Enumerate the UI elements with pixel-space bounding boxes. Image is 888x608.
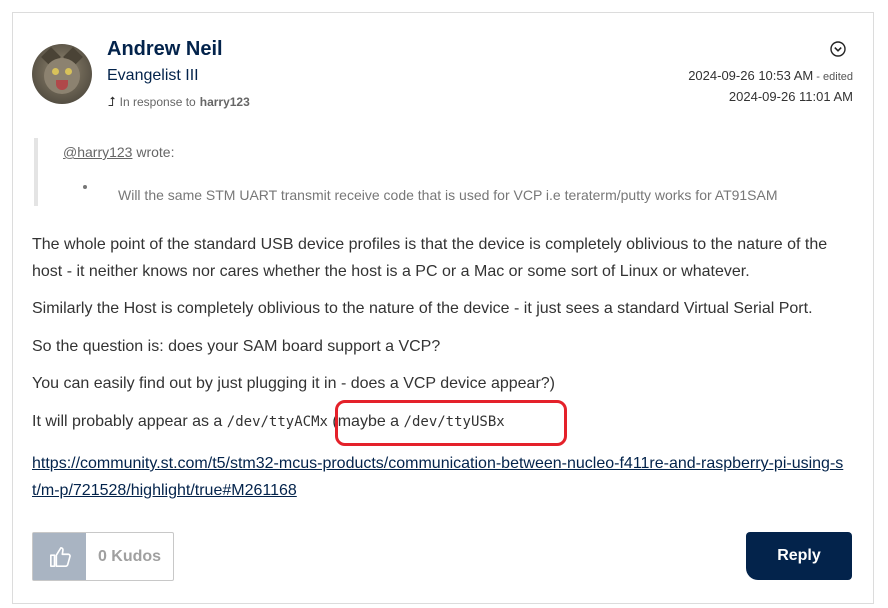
reply-arrow-icon: ⮥: [108, 94, 116, 109]
in-response-label: In response to: [119, 95, 196, 109]
reply-button[interactable]: Reply: [746, 532, 852, 580]
quote-header: @harry123 wrote:: [63, 144, 174, 160]
author-rank: Evangelist III: [107, 67, 199, 84]
author-name[interactable]: Andrew Neil: [107, 38, 223, 61]
quote-wrote-label: wrote:: [132, 144, 175, 160]
post-date: 2024-09-26 10:53 AM - edited: [688, 68, 853, 83]
body-paragraph-4: You can easily find out by just plugging…: [32, 375, 555, 392]
in-response-user-link[interactable]: harry123: [200, 95, 250, 109]
kudos-widget[interactable]: 0 Kudos: [32, 532, 174, 581]
code-tty-acm: /dev/ttyACMx: [226, 414, 328, 430]
in-response-to: ⮥ In response to harry123: [108, 94, 250, 110]
blockquote: @harry123 wrote: Will the same STM UART …: [34, 138, 838, 206]
edited-label: - edited: [813, 71, 853, 83]
red-highlight-annotation: [335, 400, 567, 446]
quote-bullet-text: Will the same STM UART transmit receive …: [118, 187, 778, 203]
bullet-dot: [83, 185, 87, 189]
thumbs-up-icon[interactable]: [33, 533, 86, 580]
kudos-count: 0 Kudos: [97, 547, 162, 565]
quote-mention-link[interactable]: @harry123: [63, 144, 132, 160]
p5-prefix: It will probably appear as a: [32, 413, 227, 430]
body-paragraph-2: Similarly the Host is completely oblivio…: [32, 300, 813, 317]
options-chevron-icon[interactable]: [830, 41, 846, 57]
reference-link[interactable]: https://community.st.com/t5/stm32-mcus-p…: [32, 450, 852, 504]
body-paragraph-1-line-1: The whole point of the standard USB devi…: [32, 236, 828, 253]
body-paragraph-1-line-2: host - it neither knows nor cares whethe…: [32, 263, 750, 280]
author-avatar[interactable]: [32, 44, 92, 104]
posted-date: 2024-09-26 10:53 AM: [688, 68, 814, 83]
edited-date: 2024-09-26 11:01 AM: [728, 89, 853, 104]
body-paragraph-3: So the question is: does your SAM board …: [32, 338, 441, 355]
